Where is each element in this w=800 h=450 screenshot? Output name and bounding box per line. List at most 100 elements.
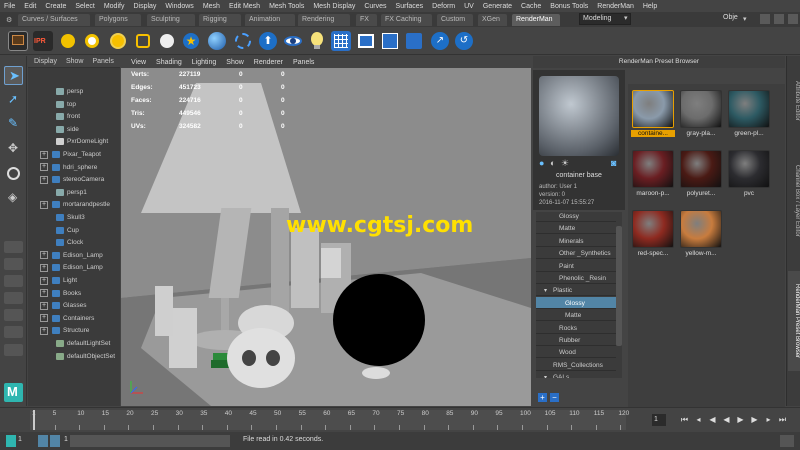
range-handle-2[interactable] [50, 435, 60, 447]
current-frame-field[interactable]: 1 [652, 414, 666, 426]
layout-icon-5[interactable] [4, 309, 23, 321]
outliner-item[interactable]: persp [56, 86, 83, 97]
menu-deform[interactable]: Deform [432, 3, 455, 10]
menu-create[interactable]: Create [45, 3, 66, 10]
menu-curves[interactable]: Curves [364, 3, 386, 10]
outliner-item[interactable]: PxrDomeLight [56, 136, 108, 147]
viewport-menu-show[interactable]: Show [226, 59, 244, 66]
menu-edit[interactable]: Edit [24, 3, 36, 10]
menu-surfaces[interactable]: Surfaces [396, 3, 424, 10]
category-item[interactable]: Phenolic _Resin [536, 272, 616, 284]
category-item[interactable]: Rubber [536, 334, 616, 346]
preset-swatch-label[interactable]: red-spec... [631, 250, 675, 257]
outliner-menu-display[interactable]: Display [34, 58, 57, 65]
chevron-down-icon[interactable]: ▾ [743, 15, 747, 23]
viewport-menu-renderer[interactable]: Renderer [254, 59, 283, 66]
outliner-item[interactable]: persp1 [56, 187, 87, 198]
eye-icon[interactable] [283, 31, 303, 51]
menu-cache[interactable]: Cache [521, 3, 541, 10]
expand-icon[interactable]: + [40, 175, 48, 184]
expand-icon[interactable]: + [40, 314, 48, 323]
menu-edit-mesh[interactable]: Edit Mesh [229, 3, 260, 10]
preset-swatch[interactable] [680, 90, 722, 128]
snap-icon-2[interactable] [774, 14, 784, 24]
outliner-menu-panels[interactable]: Panels [92, 58, 113, 65]
layout-icon-1[interactable] [4, 241, 23, 253]
ribbon-icon[interactable]: ↺ [454, 31, 474, 51]
category-item[interactable]: Wood [536, 346, 616, 359]
snap-icon-3[interactable] [788, 14, 798, 24]
light-icon[interactable]: ☀ [561, 158, 569, 169]
menu-windows[interactable]: Windows [165, 3, 193, 10]
shelf-tab-animation[interactable]: Animation [245, 14, 295, 26]
step-back-key-icon[interactable]: ◂ [694, 415, 703, 424]
select-tool-icon[interactable]: ➤ [4, 66, 23, 85]
outliner-item[interactable]: + Light [40, 275, 77, 286]
outliner-item[interactable]: + Glasses [40, 300, 86, 311]
layout-icon-4[interactable] [4, 292, 23, 304]
category-item[interactable]: Minerals [536, 235, 616, 247]
shelf-tab-gear-icon[interactable]: ⚙ [2, 14, 12, 26]
viewport-menu-panels[interactable]: Panels [293, 59, 314, 66]
material-sphere-icon[interactable] [207, 31, 227, 51]
go-to-start-icon[interactable]: ⏮ [680, 415, 689, 424]
category-scrollbar[interactable] [616, 226, 622, 346]
preset-swatch-label[interactable]: green-pl... [727, 130, 771, 137]
layout-icon-6[interactable] [4, 326, 23, 338]
grid-icon[interactable] [331, 31, 351, 51]
dashed-sphere-icon[interactable] [233, 31, 253, 51]
preset-swatch[interactable] [632, 150, 674, 188]
shelf-tab-fx[interactable]: FX [356, 14, 377, 26]
outliner-item[interactable]: + mortarandpestle [40, 199, 110, 210]
preset-swatch[interactable] [728, 150, 770, 188]
range-end[interactable]: 1 [64, 436, 68, 443]
category-item[interactable]: Glossy [536, 212, 616, 222]
preset-swatch-label[interactable]: gray-pla... [679, 130, 723, 137]
layout-icon-2[interactable] [4, 258, 23, 270]
category-item[interactable]: Matte [536, 222, 616, 235]
shelf-tab-renderman[interactable]: RenderMan [512, 14, 560, 26]
outliner-menu-show[interactable]: Show [66, 58, 84, 65]
range-start[interactable]: 1 [18, 436, 22, 443]
range-handle[interactable] [38, 435, 48, 447]
category-item[interactable]: Matte [536, 309, 616, 322]
env-light-icon[interactable] [82, 31, 102, 51]
shelf-tab-sculpting[interactable]: Sculpting [147, 14, 195, 26]
shelf-tab-polygons[interactable]: Polygons [95, 14, 141, 26]
outliner-item[interactable]: + stereoCamera [40, 174, 104, 185]
expand-icon[interactable]: + [40, 276, 48, 285]
expand-icon[interactable]: + [40, 163, 48, 172]
current-time-marker[interactable] [33, 410, 35, 430]
snap-icon[interactable] [760, 14, 770, 24]
step-forward-key-icon[interactable]: ▸ [764, 415, 773, 424]
render-settings-icon[interactable] [380, 31, 400, 51]
side-tab-attribute-editor[interactable]: Attribute Editor [788, 66, 800, 136]
preset-swatch-label[interactable]: polyuret... [679, 190, 723, 197]
rotate-tool-icon[interactable] [4, 164, 23, 183]
layout-icon-7[interactable] [4, 344, 23, 356]
shelf-tab-rendering[interactable]: Rendering [298, 14, 350, 26]
dome-light-icon[interactable] [58, 31, 78, 51]
viewport-menu-shading[interactable]: Shading [156, 59, 182, 66]
outliner-item[interactable]: Clock [56, 237, 83, 248]
expand-icon[interactable]: + [40, 251, 48, 260]
preset-swatch-label[interactable]: maroon-p... [631, 190, 675, 197]
shelf-tab-custom[interactable]: Custom [437, 14, 473, 26]
star-icon[interactable]: ★ [181, 31, 201, 51]
expand-icon[interactable]: + [40, 301, 48, 310]
ipr-render-icon[interactable]: IPR [33, 31, 53, 51]
arrow-sphere-icon[interactable]: ↗ [430, 31, 450, 51]
upload-icon[interactable]: ⬆ [258, 31, 278, 51]
chevron-down-icon[interactable]: ▾ [544, 287, 547, 294]
viewport-menu-lighting[interactable]: Lighting [192, 59, 217, 66]
lasso-tool-icon[interactable]: ➚ [4, 91, 23, 110]
bulb-icon[interactable] [307, 31, 327, 51]
viewport[interactable]: Verts: 227119 0 0 Edges: 451723 0 0 Faces: 224716… [121, 68, 531, 406]
attribute-icon[interactable] [404, 31, 424, 51]
object-select[interactable]: Obje [720, 13, 756, 25]
viewport-menu-view[interactable]: View [131, 59, 146, 66]
shelf-tab-curves-surfaces[interactable]: Curves / Surfaces [18, 14, 90, 26]
script-icon[interactable] [6, 435, 16, 447]
outliner-item[interactable]: + Edison_Lamp [40, 262, 103, 273]
expand-icon[interactable]: + [40, 289, 48, 298]
